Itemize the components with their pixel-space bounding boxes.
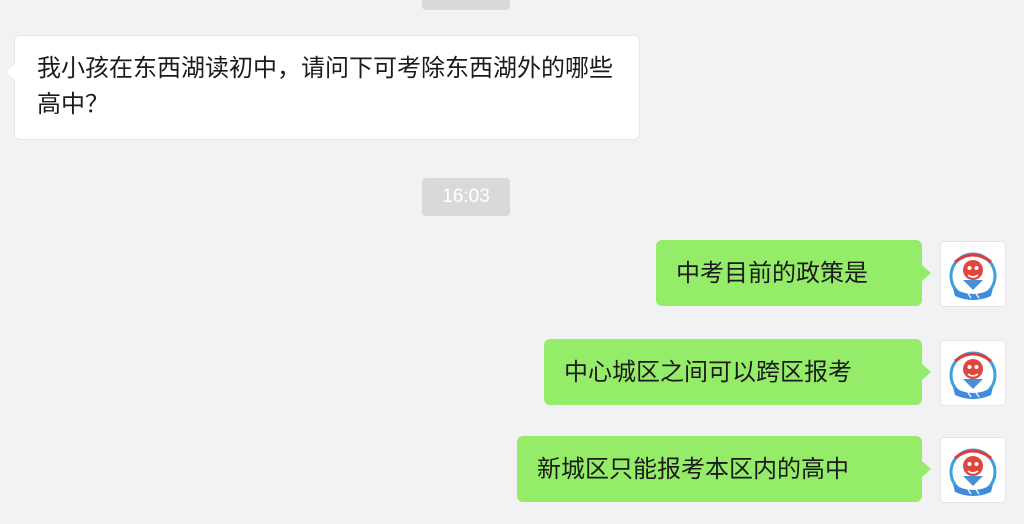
mascot-avatar-icon[interactable]: [940, 241, 1006, 307]
mascot-avatar-icon[interactable]: [940, 437, 1006, 503]
sent-message-text: 中心城区之间可以跨区报考: [564, 358, 852, 386]
timestamp-pill-top: [422, 0, 510, 10]
received-message-bubble[interactable]: 我小孩在东西湖读初中，请问下可考除东西湖外的哪些高中？: [6, 35, 640, 140]
sent-message-text: 新城区只能报考本区内的高中: [537, 455, 849, 483]
mascot-avatar-icon[interactable]: [940, 340, 1006, 406]
sent-message-bubble[interactable]: 中心城区之间可以跨区报考: [544, 339, 931, 405]
sent-message-bubble[interactable]: 中考目前的政策是: [656, 240, 931, 306]
received-message-text: 我小孩在东西湖读初中，请问下可考除东西湖外的哪些高中？: [37, 54, 613, 118]
timestamp-pill: 16:03: [422, 178, 510, 216]
sent-message-text: 中考目前的政策是: [676, 259, 868, 287]
sent-message-bubble[interactable]: 新城区只能报考本区内的高中: [517, 436, 931, 502]
